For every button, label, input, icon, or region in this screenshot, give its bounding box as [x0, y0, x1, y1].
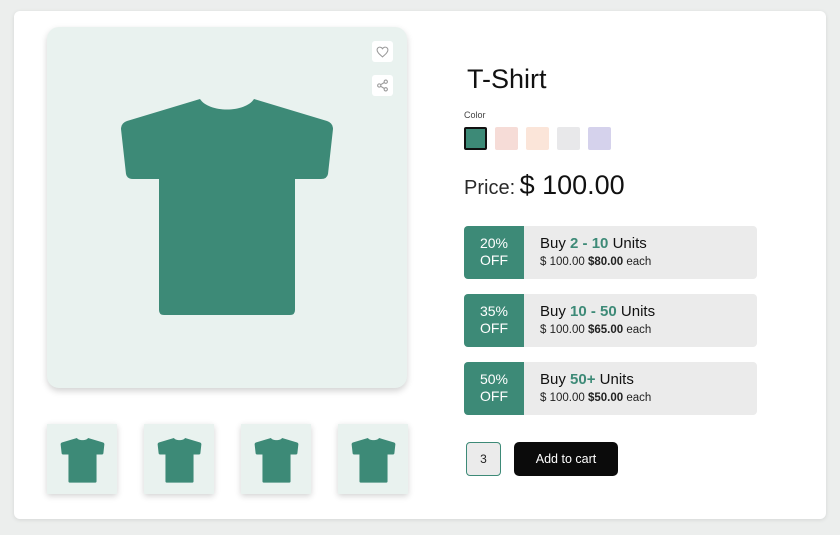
tshirt-image	[121, 99, 333, 315]
discount-off: OFF	[480, 252, 508, 268]
tier-unit-price: $50.00	[587, 392, 624, 404]
tier-original-price: $ 100.00	[540, 392, 585, 404]
tier-quantity: Buy 10 - 50 Units	[540, 303, 656, 320]
price: Price: $ 100.00	[464, 170, 625, 201]
discount-tier-1[interactable]: 20% OFF Buy 2 - 10 Units $ 100.00 $80.00…	[464, 226, 757, 279]
product-title: T-Shirt	[467, 64, 547, 94]
color-swatch-green[interactable]	[464, 127, 487, 150]
tshirt-thumbnail-image	[351, 438, 396, 483]
color-swatch-pink[interactable]	[495, 127, 518, 150]
tshirt-thumbnail-image	[157, 438, 202, 483]
thumbnail-4[interactable]	[338, 424, 408, 494]
tshirt-thumbnail-image	[254, 438, 299, 483]
thumbnail-2[interactable]	[144, 424, 214, 494]
thumbnail-3[interactable]	[241, 424, 311, 494]
price-value: $ 100.00	[519, 170, 625, 200]
discount-badge: 50% OFF	[464, 362, 524, 415]
tier-range: 50+	[570, 371, 596, 388]
tier-quantity: Buy 50+ Units	[540, 371, 634, 388]
color-swatch-gray[interactable]	[557, 127, 580, 150]
add-to-cart-button[interactable]: Add to cart	[514, 442, 618, 476]
discount-off: OFF	[480, 320, 508, 336]
tier-range: 10 - 50	[570, 303, 617, 320]
discount-tier-2[interactable]: 35% OFF Buy 10 - 50 Units $ 100.00 $65.0…	[464, 294, 757, 347]
discount-tier-3[interactable]: 50% OFF Buy 50+ Units $ 100.00 $50.00 ea…	[464, 362, 757, 415]
tier-unit-price: $65.00	[587, 324, 624, 336]
color-label: Color	[464, 110, 486, 120]
discount-badge: 20% OFF	[464, 226, 524, 279]
favorite-button[interactable]	[372, 41, 393, 62]
main-product-image	[47, 27, 407, 388]
discount-percent: 35%	[479, 303, 509, 319]
thumbnail-1[interactable]	[47, 424, 117, 494]
tier-quantity: Buy 2 - 10 Units	[540, 235, 647, 252]
tier-range: 2 - 10	[570, 235, 609, 252]
tier-price: $ 100.00 $50.00 each	[540, 392, 652, 404]
color-swatch-peach[interactable]	[526, 127, 549, 150]
share-button[interactable]	[372, 75, 393, 96]
heart-icon	[376, 46, 389, 58]
tier-price: $ 100.00 $80.00 each	[540, 256, 652, 268]
price-label: Price:	[464, 177, 516, 199]
discount-percent: 20%	[479, 235, 509, 251]
discount-badge: 35% OFF	[464, 294, 524, 347]
tshirt-thumbnail-image	[60, 438, 105, 483]
tier-price: $ 100.00 $65.00 each	[540, 324, 652, 336]
quantity-input[interactable]: 3	[466, 442, 501, 476]
discount-off: OFF	[480, 388, 508, 404]
tier-original-price: $ 100.00	[540, 324, 585, 336]
discount-percent: 50%	[479, 371, 509, 387]
share-icon	[377, 79, 388, 92]
tier-unit-price: $80.00	[587, 256, 624, 268]
tier-original-price: $ 100.00	[540, 256, 585, 268]
color-swatch-lavender[interactable]	[588, 127, 611, 150]
